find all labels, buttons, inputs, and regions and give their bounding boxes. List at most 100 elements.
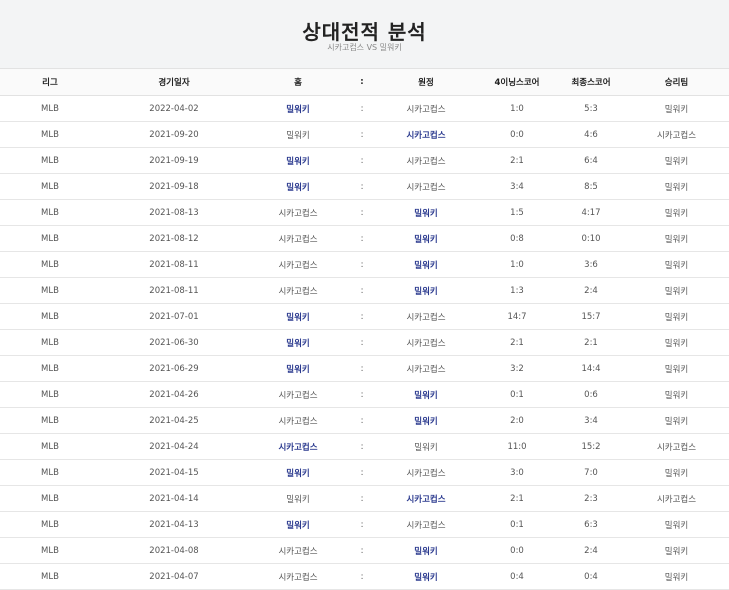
winner-cell: 밀워키 — [664, 416, 689, 427]
table-row: MLB 2021-04-24 시카고컵스: 밀워키 11:0 15:2 시카고컵스 — [0, 434, 729, 460]
date-cell: 2021-06-30 — [149, 337, 199, 348]
away-team-cell: 밀워키 — [414, 208, 438, 219]
score-4-innings-cell: 1:5 — [510, 207, 524, 218]
winner-cell: 밀워키 — [664, 572, 689, 583]
home-team-cell: 밀워키 — [286, 104, 310, 115]
home-team-cell: 밀워키 — [286, 130, 310, 141]
separator-cell: : — [360, 389, 364, 400]
league-cell: MLB — [41, 571, 59, 582]
winner-cell: 밀워키 — [664, 182, 689, 193]
separator-cell: : — [360, 233, 364, 244]
page-title: 상대전적 분석 — [302, 20, 427, 44]
col-final-score: 최종스코어 — [571, 78, 611, 88]
winner-cell: 시카고컵스 — [656, 494, 697, 505]
league-cell: MLB — [41, 363, 59, 374]
matchup-subtitle: 시카고컵스 VS 밀워키 — [327, 43, 402, 52]
table-row: MLB 2021-09-18 밀워키: 시카고컵스 3:4 8:5 밀워키 — [0, 174, 729, 200]
separator-cell: : — [360, 441, 364, 452]
away-team-cell: 시카고컵스 — [406, 156, 446, 167]
score-4-innings-cell: 2:0 — [510, 415, 524, 426]
col-league: 리그 — [42, 78, 58, 88]
date-cell: 2021-08-13 — [149, 207, 199, 218]
home-team-cell: 시카고컵스 — [278, 260, 318, 271]
date-cell: 2021-09-18 — [149, 181, 199, 192]
league-cell: MLB — [41, 493, 59, 504]
home-team-cell: 밀워키 — [286, 494, 310, 505]
league-cell: MLB — [41, 259, 59, 270]
table-header: 리그 경기일자 홈 : 원정 4이닝스코어 최종스코어 승리팀 — [0, 68, 729, 96]
away-team-cell: 밀워키 — [414, 416, 438, 427]
away-team-cell: 시카고컵스 — [406, 130, 446, 141]
league-cell: MLB — [41, 441, 59, 452]
away-team-cell: 시카고컵스 — [406, 494, 446, 505]
separator-cell: : — [360, 103, 364, 114]
date-cell: 2021-07-01 — [149, 311, 199, 322]
date-cell: 2021-08-11 — [149, 285, 199, 296]
date-cell: 2021-04-24 — [149, 441, 199, 452]
date-cell: 2021-04-14 — [149, 493, 199, 504]
score-4-innings-cell: 3:4 — [510, 181, 524, 192]
home-team-cell: 밀워키 — [286, 520, 310, 531]
final-score-cell: 0:4 — [584, 571, 598, 582]
final-score-cell: 3:6 — [584, 259, 598, 270]
final-score-cell: 15:2 — [581, 441, 601, 452]
separator-cell: : — [360, 571, 364, 582]
separator-cell: : — [360, 285, 364, 296]
away-team-cell: 밀워키 — [414, 234, 438, 245]
score-4-innings-cell: 14:7 — [507, 311, 527, 322]
away-team-cell: 밀워키 — [414, 572, 438, 583]
league-cell: MLB — [41, 129, 59, 140]
date-cell: 2021-09-20 — [149, 129, 199, 140]
winner-cell: 밀워키 — [664, 234, 689, 245]
winner-cell: 밀워키 — [664, 286, 689, 297]
winner-cell: 밀워키 — [664, 364, 689, 375]
winner-cell: 밀워키 — [664, 260, 689, 271]
separator-cell: : — [360, 545, 364, 556]
date-cell: 2021-09-19 — [149, 155, 199, 166]
date-cell: 2022-04-02 — [149, 103, 199, 114]
winner-cell: 밀워키 — [664, 468, 689, 479]
home-team-cell: 시카고컵스 — [278, 442, 318, 453]
table-row: MLB 2021-04-07 시카고컵스: 밀워키 0:4 0:4 밀워키 — [0, 564, 729, 590]
separator-cell: : — [360, 155, 364, 166]
table-row: MLB 2021-07-01 밀워키: 시카고컵스 14:7 15:7 밀워키 — [0, 304, 729, 330]
table-row: MLB 2021-09-20 밀워키: 시카고컵스 0:0 4:6 시카고컵스 — [0, 122, 729, 148]
winner-cell: 밀워키 — [664, 338, 689, 349]
separator-cell: : — [360, 363, 364, 374]
winner-cell: 밀워키 — [664, 520, 689, 531]
score-4-innings-cell: 3:2 — [510, 363, 524, 374]
final-score-cell: 6:3 — [584, 519, 598, 530]
score-4-innings-cell: 0:4 — [510, 571, 524, 582]
final-score-cell: 4:17 — [581, 207, 601, 218]
col-date: 경기일자 — [158, 78, 190, 88]
separator-cell: : — [360, 259, 364, 270]
away-team-cell: 밀워키 — [414, 546, 438, 557]
separator-cell: : — [360, 519, 364, 530]
separator-cell: : — [360, 181, 364, 192]
col-home: 홈 — [294, 78, 302, 88]
separator-cell: : — [360, 415, 364, 426]
away-team-cell: 시카고컵스 — [406, 520, 446, 531]
score-4-innings-cell: 2:1 — [510, 493, 524, 504]
league-cell: MLB — [41, 207, 59, 218]
league-cell: MLB — [41, 519, 59, 530]
home-team-cell: 시카고컵스 — [278, 390, 318, 401]
table-row: MLB 2021-04-13 밀워키: 시카고컵스 0:1 6:3 밀워키 — [0, 512, 729, 538]
away-team-cell: 시카고컵스 — [406, 182, 446, 193]
league-cell: MLB — [41, 337, 59, 348]
away-team-cell: 시카고컵스 — [406, 312, 446, 323]
score-4-innings-cell: 0:8 — [510, 233, 524, 244]
separator-cell: : — [360, 129, 364, 140]
away-team-cell: 밀워키 — [414, 390, 438, 401]
away-team-cell: 시카고컵스 — [406, 468, 446, 479]
table-row: MLB 2021-08-11 시카고컵스: 밀워키 1:3 2:4 밀워키 — [0, 278, 729, 304]
final-score-cell: 15:7 — [581, 311, 601, 322]
separator-cell: : — [360, 311, 364, 322]
table-row: MLB 2021-04-15 밀워키: 시카고컵스 3:0 7:0 밀워키 — [0, 460, 729, 486]
table-row: MLB 2021-08-13 시카고컵스: 밀워키 1:5 4:17 밀워키 — [0, 200, 729, 226]
winner-cell: 시카고컵스 — [656, 130, 697, 141]
home-team-cell: 밀워키 — [286, 338, 310, 349]
home-team-cell: 밀워키 — [286, 156, 310, 167]
score-4-innings-cell: 2:1 — [510, 155, 524, 166]
winner-cell: 밀워키 — [664, 312, 689, 323]
